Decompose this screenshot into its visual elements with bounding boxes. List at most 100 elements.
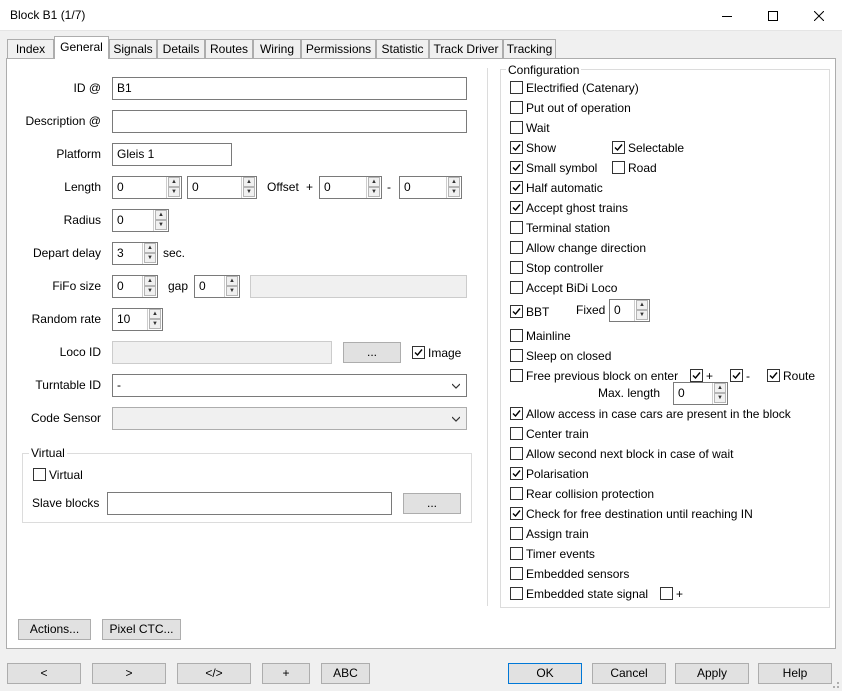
code-sensor-label: Code Sensor (30, 411, 101, 425)
code-sensor-select[interactable] (112, 407, 467, 430)
xml-button[interactable]: </> (177, 663, 251, 684)
offset-minus-label: - (387, 180, 391, 194)
spin-arrows-icon[interactable]: ▲ ▼ (147, 309, 162, 330)
pixel-ctc-button[interactable]: Pixel CTC... (102, 619, 181, 640)
spin-arrows-icon[interactable]: ▲ ▼ (634, 300, 649, 321)
virtual-checkbox[interactable]: Virtual (33, 467, 103, 483)
checkbox-box[interactable] (510, 329, 523, 342)
minimize-button[interactable] (704, 0, 750, 31)
checkbox-box[interactable] (690, 369, 703, 382)
previous-button[interactable]: < (7, 663, 81, 684)
checkbox-box[interactable] (510, 305, 523, 318)
tab-details[interactable]: Details (157, 39, 205, 59)
fixed-stepper[interactable]: 0 ▲ ▼ (609, 299, 650, 322)
spin-arrows-icon[interactable]: ▲ ▼ (241, 177, 256, 198)
checkbox-box[interactable] (660, 587, 673, 600)
loco-id-browse-button[interactable]: ... (343, 342, 401, 363)
resize-grip-icon[interactable] (830, 679, 840, 689)
spin-arrows-icon[interactable]: ▲ ▼ (142, 276, 157, 297)
virtual-label: Virtual (49, 468, 83, 482)
slave-blocks-input[interactable] (107, 492, 392, 515)
checkbox-box[interactable] (510, 427, 523, 440)
checkbox-box[interactable] (510, 101, 523, 114)
checkbox-box[interactable] (612, 141, 625, 154)
close-button[interactable] (796, 0, 842, 31)
checkbox-box[interactable] (510, 407, 523, 420)
checkbox-box[interactable] (510, 261, 523, 274)
spin-arrows-icon[interactable]: ▲ ▼ (166, 177, 181, 198)
turntable-id-value: - (117, 378, 121, 392)
tab-routes[interactable]: Routes (205, 39, 253, 59)
description-input[interactable] (112, 110, 467, 133)
radius-stepper[interactable]: 0 ▲ ▼ (112, 209, 169, 232)
slave-blocks-browse-button[interactable]: ... (403, 493, 461, 514)
checkbox-box[interactable] (510, 241, 523, 254)
checkbox-box[interactable] (510, 281, 523, 294)
checkbox-box[interactable] (510, 487, 523, 500)
checkbox-box[interactable] (510, 467, 523, 480)
length-stepper-2[interactable]: 0 ▲ ▼ (187, 176, 257, 199)
spin-arrows-icon[interactable]: ▲ ▼ (224, 276, 239, 297)
tab-index[interactable]: Index (7, 39, 54, 59)
checkbox-box[interactable] (510, 507, 523, 520)
checkbox-box[interactable] (767, 369, 780, 382)
tab-signals[interactable]: Signals (109, 39, 157, 59)
add-button[interactable]: + (262, 663, 310, 684)
platform-label: Platform (56, 147, 101, 161)
apply-button[interactable]: Apply (675, 663, 749, 684)
checkbox-box[interactable] (33, 468, 46, 481)
spin-arrows-icon[interactable]: ▲ ▼ (366, 177, 381, 198)
spin-arrows-icon[interactable]: ▲ ▼ (142, 243, 157, 264)
fifo-size-stepper[interactable]: 0 ▲ ▼ (112, 275, 158, 298)
tab-tracking[interactable]: Tracking (503, 39, 556, 59)
checkbox-box[interactable] (510, 447, 523, 460)
gap-stepper[interactable]: 0 ▲ ▼ (194, 275, 240, 298)
tab-permissions[interactable]: Permissions (301, 39, 376, 59)
actions-button[interactable]: Actions... (18, 619, 91, 640)
depart-delay-stepper[interactable]: 3 ▲ ▼ (112, 242, 158, 265)
checkbox-box[interactable] (510, 349, 523, 362)
checkbox-box[interactable] (730, 369, 743, 382)
abc-button[interactable]: ABC (321, 663, 370, 684)
help-button[interactable]: Help (758, 663, 832, 684)
checkbox-box[interactable] (510, 161, 523, 174)
tab-track-driver[interactable]: Track Driver (429, 39, 503, 59)
checkbox-box[interactable] (510, 567, 523, 580)
next-button[interactable]: > (92, 663, 166, 684)
checkbox-box[interactable] (510, 221, 523, 234)
tab-statistic[interactable]: Statistic (376, 39, 429, 59)
spin-arrows-icon[interactable]: ▲ ▼ (712, 383, 727, 404)
checkbox-box[interactable] (412, 346, 425, 359)
checkbox-box[interactable] (510, 181, 523, 194)
checkbox-box[interactable] (510, 527, 523, 540)
turntable-id-select[interactable]: - (112, 374, 467, 397)
checkbox-box[interactable] (612, 161, 625, 174)
checkbox-box[interactable] (510, 141, 523, 154)
maximize-button[interactable] (750, 0, 796, 31)
offset-stepper-1[interactable]: 0 ▲ ▼ (319, 176, 382, 199)
tab-wiring[interactable]: Wiring (253, 39, 301, 59)
id-input[interactable]: B1 (112, 77, 467, 100)
checkmark-icon (414, 349, 423, 357)
checkmark-icon (614, 144, 623, 152)
checkbox-box[interactable] (510, 81, 523, 94)
checkbox-box[interactable] (510, 121, 523, 134)
checkbox-box[interactable] (510, 369, 523, 382)
allow-change-direction-label: Allow change direction (526, 241, 647, 255)
tab-general[interactable]: General (54, 36, 109, 59)
max-length-stepper[interactable]: 0 ▲ ▼ (673, 382, 728, 405)
ok-button[interactable]: OK (508, 663, 582, 684)
platform-input[interactable]: Gleis 1 (112, 143, 232, 166)
offset-stepper-2[interactable]: 0 ▲ ▼ (399, 176, 462, 199)
spin-arrows-icon[interactable]: ▲ ▼ (446, 177, 461, 198)
checkbox-box[interactable] (510, 201, 523, 214)
image-checkbox[interactable]: Image (412, 345, 472, 361)
checkbox-box[interactable] (510, 547, 523, 560)
length-stepper-1[interactable]: 0 ▲ ▼ (112, 176, 182, 199)
spin-arrows-icon[interactable]: ▲ ▼ (153, 210, 168, 231)
cancel-button[interactable]: Cancel (592, 663, 666, 684)
random-rate-stepper[interactable]: 10 ▲ ▼ (112, 308, 163, 331)
checkbox-box[interactable] (510, 587, 523, 600)
fifo-size-label: FiFo size (52, 279, 101, 293)
length-label: Length (64, 180, 101, 194)
